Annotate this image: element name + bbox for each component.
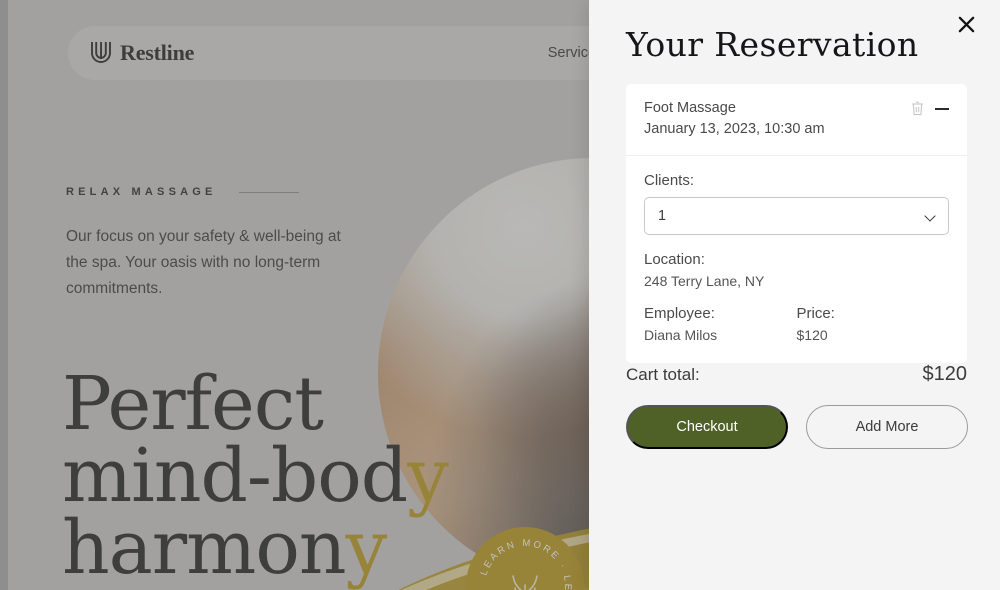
close-button[interactable]: [952, 10, 980, 38]
employee-price-row: Employee: Diana Milos Price: $120: [644, 305, 949, 343]
location-block: Location: 248 Terry Lane, NY: [644, 251, 949, 289]
price-value: $120: [796, 327, 828, 343]
close-icon: [958, 16, 974, 32]
page-left-edge: [0, 0, 8, 590]
page-title: Your Reservation: [626, 25, 919, 64]
service-datetime: January 13, 2023, 10:30 am: [644, 121, 825, 137]
service-name: Foot Massage: [644, 100, 736, 116]
trash-icon[interactable]: [911, 101, 924, 116]
cart-total-row: Cart total: $120: [626, 363, 967, 386]
price-block: Price: $120: [797, 305, 950, 343]
minus-icon[interactable]: [935, 107, 949, 110]
card-body: Clients: 1 Location: 248 Terry Lane, NY …: [626, 156, 967, 363]
reservation-item-card: Foot Massage January 13, 2023, 10:30 am: [626, 84, 967, 363]
employee-label: Employee:: [644, 305, 715, 322]
add-more-button[interactable]: Add More: [806, 405, 968, 449]
clients-select[interactable]: 1: [644, 197, 949, 235]
clients-selected-value: 1: [658, 208, 667, 224]
price-label: Price:: [796, 305, 835, 322]
panel-actions: Checkout Add More: [626, 405, 968, 449]
location-label: Location:: [644, 251, 705, 268]
card-header: Foot Massage January 13, 2023, 10:30 am: [626, 84, 967, 156]
checkout-button[interactable]: Checkout: [626, 405, 788, 449]
chevron-down-icon: [924, 210, 936, 222]
employee-value: Diana Milos: [644, 327, 718, 343]
location-value: 248 Terry Lane, NY: [644, 273, 765, 289]
app-root: LEARN MORE · LEARN MORE · RELAX MASSAGE …: [0, 0, 1000, 590]
reservation-panel: Your Reservation Foot Massage January 13…: [589, 0, 1000, 590]
employee-block: Employee: Diana Milos: [644, 305, 797, 343]
cart-total-value: $120: [922, 363, 968, 385]
clients-label: Clients:: [644, 172, 695, 189]
cart-total-label: Cart total:: [626, 365, 700, 384]
